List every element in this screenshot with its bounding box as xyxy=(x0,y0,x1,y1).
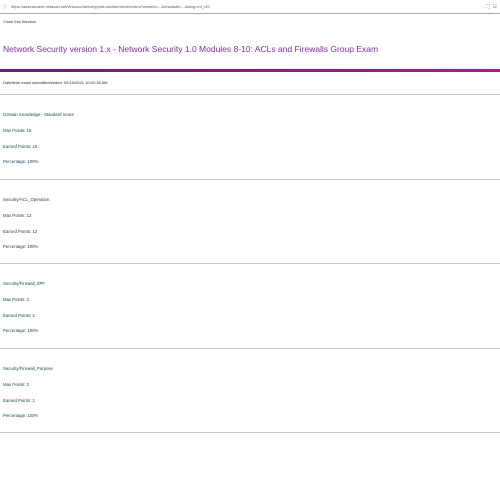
score-section: Security/ACL_Operation Max Points: 12 Ea… xyxy=(0,179,500,249)
score-section: Security/Firewall_Purpose Max Points: 2 … xyxy=(0,348,500,418)
max-points: Max Points: 12 xyxy=(3,213,32,218)
page-title: Network Security version 1.x - Network S… xyxy=(3,44,379,54)
url-text[interactable]: https://assessment.netacad.net/virtuoso/… xyxy=(11,4,483,9)
submission-date: Date/time exam submitted/ended: 02/10/20… xyxy=(3,80,108,85)
reader-icon[interactable]: ☷ xyxy=(493,4,497,10)
earned-points: Earned Points: 16 xyxy=(3,144,38,149)
earned-points: Earned Points: 2 xyxy=(3,398,35,403)
score-section: Security/Firewall_ZPF Max Points: 2 Earn… xyxy=(0,263,500,333)
info-icon[interactable]: ⓘ xyxy=(3,4,7,10)
percentage: Percentage: 100% xyxy=(3,328,39,333)
max-points: Max Points: 16 xyxy=(3,128,32,133)
section-name: Domain Knowledge - Standard Score xyxy=(3,112,74,117)
percentage: Percentage: 100% xyxy=(3,159,39,164)
section-name: Security/ACL_Operation xyxy=(3,197,50,202)
earned-points: Earned Points: 12 xyxy=(3,229,38,234)
percentage: Percentage: 100% xyxy=(3,413,39,418)
earned-points: Earned Points: 2 xyxy=(3,313,35,318)
max-points: Max Points: 2 xyxy=(3,297,30,302)
score-section: Domain Knowledge - Standard Score Max Po… xyxy=(0,94,500,164)
address-bar[interactable]: ⓘ https://assessment.netacad.net/virtuos… xyxy=(0,0,500,14)
section-name: Security/Firewall_ZPF xyxy=(3,281,46,286)
title-divider xyxy=(0,69,500,72)
max-points: Max Points: 2 xyxy=(3,382,30,387)
section-divider xyxy=(0,432,500,433)
section-name: Security/Firewall_Purpose xyxy=(3,366,53,371)
percentage: Percentage: 100% xyxy=(3,244,39,249)
translate-icon[interactable]: ⛶ xyxy=(486,4,490,10)
close-window-link[interactable]: Close this Window xyxy=(3,19,36,24)
